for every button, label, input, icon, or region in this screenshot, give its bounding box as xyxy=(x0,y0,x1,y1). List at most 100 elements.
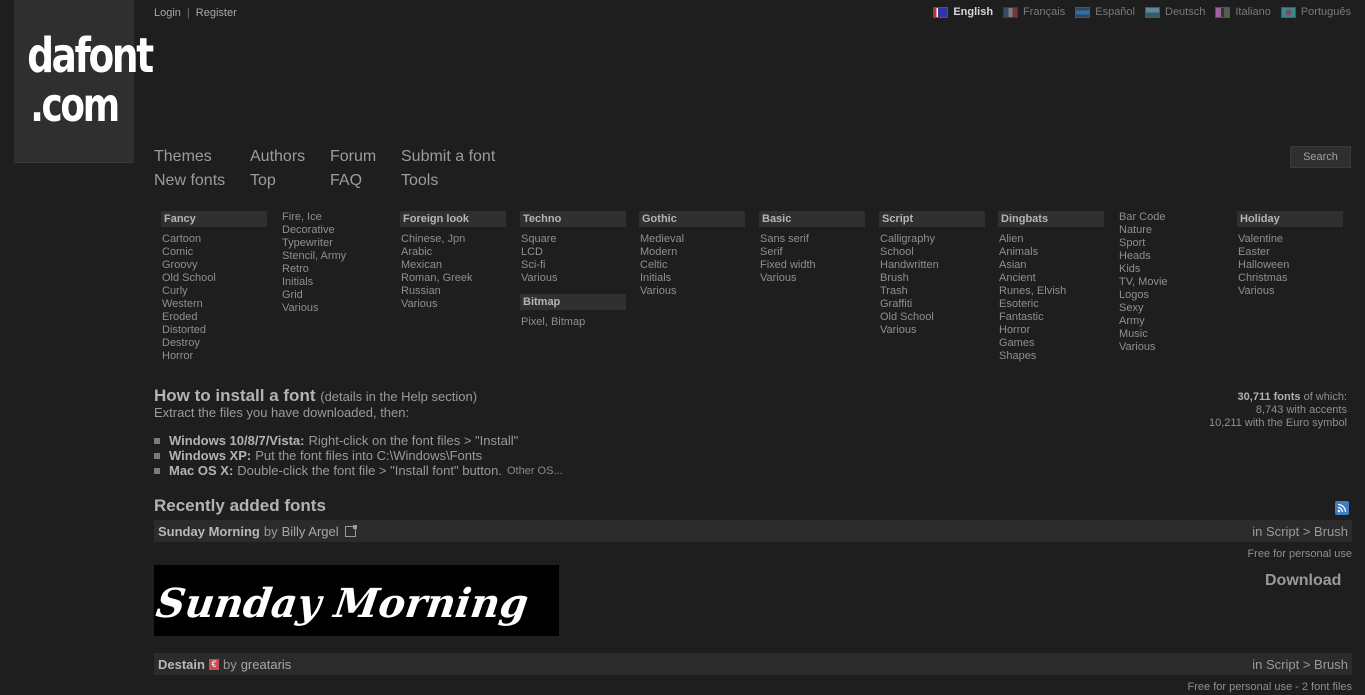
nav-submit-font[interactable]: Submit a font xyxy=(401,148,495,166)
category-item[interactable]: Runes, Elvish xyxy=(998,285,1104,298)
category-item[interactable]: Various xyxy=(400,298,506,311)
category-item[interactable]: Christmas xyxy=(1237,272,1343,285)
category-item[interactable]: Chinese, Jpn xyxy=(400,233,506,246)
category-item[interactable]: Music xyxy=(1118,328,1224,341)
category-item[interactable]: Trash xyxy=(879,285,985,298)
register-link[interactable]: Register xyxy=(196,7,237,19)
external-link-icon[interactable] xyxy=(344,524,357,537)
category-item[interactable]: Brush xyxy=(879,272,985,285)
category-item[interactable]: Various xyxy=(639,285,745,298)
category-title[interactable]: Gothic xyxy=(639,211,745,227)
category-item[interactable]: Old School xyxy=(879,311,985,324)
category-item[interactable]: Roman, Greek xyxy=(400,272,506,285)
category-title-bitmap[interactable]: Bitmap xyxy=(520,294,626,310)
category-item[interactable]: Sexy xyxy=(1118,302,1224,315)
site-logo[interactable]: dafont .com xyxy=(14,0,154,163)
category-item[interactable]: Grid xyxy=(281,289,387,302)
nav-themes[interactable]: Themes xyxy=(154,148,212,166)
category-item[interactable]: Handwritten xyxy=(879,259,985,272)
category-item[interactable]: Valentine xyxy=(1237,233,1343,246)
category-item[interactable]: Typewriter xyxy=(281,237,387,250)
category-item[interactable]: Horror xyxy=(161,350,267,363)
category-item[interactable]: LCD xyxy=(520,246,626,259)
category-item[interactable]: Old School xyxy=(161,272,267,285)
rss-icon[interactable] xyxy=(1335,501,1349,515)
lang-italiano[interactable]: Italiano xyxy=(1215,6,1271,18)
category-item[interactable]: Logos xyxy=(1118,289,1224,302)
nav-authors[interactable]: Authors xyxy=(250,148,305,166)
category-item[interactable]: Cartoon xyxy=(161,233,267,246)
category-item[interactable]: Bar Code xyxy=(1118,211,1224,224)
category-item[interactable]: Mexican xyxy=(400,259,506,272)
category-item[interactable]: Ancient xyxy=(998,272,1104,285)
category-item[interactable]: Graffiti xyxy=(879,298,985,311)
download-button[interactable]: Download xyxy=(1265,572,1341,590)
category-item[interactable]: Various xyxy=(1237,285,1343,298)
category-item[interactable]: Various xyxy=(520,272,626,285)
category-item[interactable]: Asian xyxy=(998,259,1104,272)
category-item[interactable]: Games xyxy=(998,337,1104,350)
category-item[interactable]: Celtic xyxy=(639,259,745,272)
category-item[interactable]: Calligraphy xyxy=(879,233,985,246)
nav-new-fonts[interactable]: New fonts xyxy=(154,172,225,190)
category-item[interactable]: Destroy xyxy=(161,337,267,350)
category-item[interactable]: Halloween xyxy=(1237,259,1343,272)
font-author-link[interactable]: Billy Argel xyxy=(282,524,339,539)
category-item[interactable]: Nature xyxy=(1118,224,1224,237)
font-preview-image[interactable]: Sunday Morning xyxy=(153,565,559,636)
category-item[interactable]: Sci-fi xyxy=(520,259,626,272)
category-title[interactable]: Foreign look xyxy=(400,211,506,227)
category-title[interactable]: Techno xyxy=(520,211,626,227)
category-item[interactable]: Fixed width xyxy=(759,259,865,272)
category-item[interactable]: Sans serif xyxy=(759,233,865,246)
category-item[interactable]: Serif xyxy=(759,246,865,259)
category-item[interactable]: Square xyxy=(520,233,626,246)
category-item[interactable]: Russian xyxy=(400,285,506,298)
category-item[interactable]: Curly xyxy=(161,285,267,298)
lang-deutsch[interactable]: Deutsch xyxy=(1145,6,1205,18)
category-item[interactable]: Horror xyxy=(998,324,1104,337)
nav-top[interactable]: Top xyxy=(250,172,276,190)
font-author-link[interactable]: greataris xyxy=(241,657,292,672)
category-item[interactable]: Comic xyxy=(161,246,267,259)
category-item[interactable]: Decorative xyxy=(281,224,387,237)
category-item[interactable]: Modern xyxy=(639,246,745,259)
category-item[interactable]: Eroded xyxy=(161,311,267,324)
other-os-link[interactable]: Other OS... xyxy=(507,465,563,477)
lang-english[interactable]: English xyxy=(933,6,993,18)
category-title[interactable]: Holiday xyxy=(1237,211,1343,227)
lang-espanol[interactable]: Español xyxy=(1075,6,1135,18)
category-item[interactable]: Stencil, Army xyxy=(281,250,387,263)
category-item[interactable]: Animals xyxy=(998,246,1104,259)
category-item[interactable]: Shapes xyxy=(998,350,1104,363)
category-item[interactable]: Retro xyxy=(281,263,387,276)
category-item[interactable]: Initials xyxy=(639,272,745,285)
category-title[interactable]: Script xyxy=(879,211,985,227)
lang-francais[interactable]: Français xyxy=(1003,6,1065,18)
search-button[interactable]: Search xyxy=(1290,146,1351,168)
font-name-link[interactable]: Sunday Morning xyxy=(158,524,260,539)
category-item[interactable]: Fire, Ice xyxy=(281,211,387,224)
category-item[interactable]: Army xyxy=(1118,315,1224,328)
lang-portugues[interactable]: Português xyxy=(1280,6,1351,18)
category-item[interactable]: Various xyxy=(759,272,865,285)
category-item[interactable]: Initials xyxy=(281,276,387,289)
category-item[interactable]: Pixel, Bitmap xyxy=(520,316,626,329)
category-item[interactable]: Heads xyxy=(1118,250,1224,263)
category-title[interactable]: Dingbats xyxy=(998,211,1104,227)
category-item[interactable]: Arabic xyxy=(400,246,506,259)
nav-forum[interactable]: Forum xyxy=(330,148,376,166)
category-item[interactable]: Various xyxy=(1118,341,1224,354)
category-item[interactable]: Distorted xyxy=(161,324,267,337)
category-item[interactable]: School xyxy=(879,246,985,259)
category-item[interactable]: Sport xyxy=(1118,237,1224,250)
category-item[interactable]: Various xyxy=(281,302,387,315)
category-title[interactable]: Basic xyxy=(759,211,865,227)
font-category-link[interactable]: in Script > Brush xyxy=(1252,524,1348,539)
nav-faq[interactable]: FAQ xyxy=(330,172,362,190)
category-item[interactable]: TV, Movie xyxy=(1118,276,1224,289)
category-item[interactable]: Kids xyxy=(1118,263,1224,276)
category-item[interactable]: Groovy xyxy=(161,259,267,272)
login-link[interactable]: Login xyxy=(154,7,181,19)
font-name-link[interactable]: Destain xyxy=(158,657,205,672)
